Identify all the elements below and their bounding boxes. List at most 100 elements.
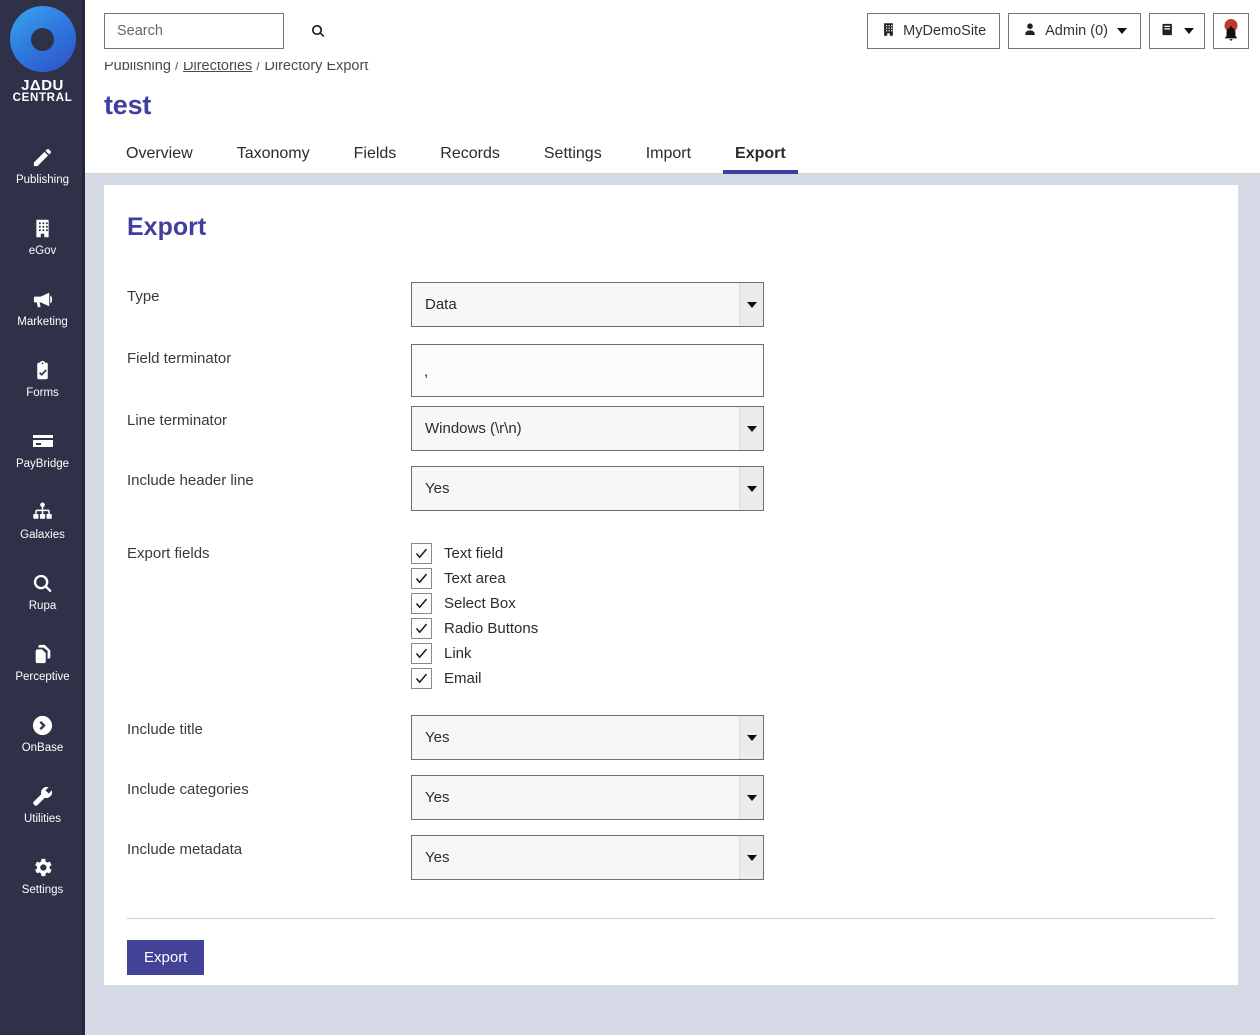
checkbox-label: Text field [444,545,504,562]
sidebar-item-label: OnBase [21,742,64,755]
sidebar-item-galaxies[interactable]: Galaxies [0,486,85,557]
checkbox-row[interactable]: Link [411,641,764,666]
building-icon [881,22,896,41]
label-field-terminator: Field terminator [127,350,232,367]
form-row-export-fields: Export fields Text field Text area Selec… [127,539,1215,691]
tab-fields[interactable]: Fields [332,146,419,173]
checkbox-select-box[interactable] [411,593,432,614]
form-row-field-terminator: Field terminator , [127,344,1215,397]
tab-export[interactable]: Export [713,146,808,174]
sidebar-item-onbase[interactable]: OnBase [0,699,85,770]
pencil-icon [31,145,55,169]
include-categories-select[interactable]: Yes [411,775,764,820]
check-icon [415,598,428,609]
line-terminator-select[interactable]: Windows (\r\n) [411,406,764,451]
chevron-circle-right-icon [31,713,55,737]
chevron-down-icon[interactable] [739,836,763,879]
chevron-down-icon[interactable] [739,467,763,510]
form-row-include-title: Include title Yes [127,715,1215,760]
notifications-button[interactable] [1213,13,1249,49]
chevron-down-icon[interactable] [739,283,763,326]
checkbox-label: Radio Buttons [444,620,539,637]
export-submit-button[interactable]: Export [127,940,205,975]
checkbox-text-area[interactable] [411,568,432,589]
building-icon [31,216,55,240]
sitemap-icon [31,500,55,524]
tab-bar: Overview Taxonomy Fields Records Setting… [85,121,1260,174]
book-icon [1160,22,1175,41]
checkbox-row[interactable]: Text area [411,566,764,591]
site-selector-label: MyDemoSite [903,23,987,39]
chevron-down-icon[interactable] [739,407,763,450]
checkbox-label: Text area [444,570,506,587]
user-menu-button[interactable]: Admin (0) [1008,13,1141,49]
sidebar-item-forms[interactable]: Forms [0,344,85,415]
sidebar-item-label: eGov [28,245,57,258]
checkbox-label: Email [444,670,482,687]
top-bar: MyDemoSite Admin (0) [85,0,1260,62]
include-title-select-value: Yes [425,729,450,746]
sidebar-item-paybridge[interactable]: PayBridge [0,415,85,486]
page-title: test [104,90,152,120]
jadu-ring-logo-icon [9,6,76,72]
card-heading: Export [127,213,207,241]
site-selector-button[interactable]: MyDemoSite [867,13,1001,49]
tab-settings[interactable]: Settings [522,146,624,173]
form-row-type: Type Data [127,282,1215,327]
form-row-include-header-line: Include header line Yes [127,466,1215,511]
chevron-down-icon[interactable] [739,716,763,759]
brand-name-line2: CENTRAL [12,92,73,104]
sidebar-item-settings[interactable]: Settings [0,841,85,912]
include-header-line-select[interactable]: Yes [411,466,764,511]
megaphone-icon [31,287,55,311]
include-categories-select-value: Yes [425,789,450,806]
checkbox-row[interactable]: Text field [411,541,764,566]
label-line-terminator: Line terminator [127,412,228,429]
search-box[interactable] [104,13,325,49]
brand-name-line1: JΔDU [21,77,64,94]
sidebar-item-utilities[interactable]: Utilities [0,770,85,841]
chevron-down-icon[interactable] [739,776,763,819]
search-input[interactable] [117,23,304,39]
tab-overview[interactable]: Overview [104,146,215,173]
main-sidebar: JΔDU CENTRAL Publishing eGov Marketing F… [0,0,85,1035]
label-include-metadata: Include metadata [127,841,243,858]
top-bar-actions: MyDemoSite Admin (0) [867,13,1249,49]
brand-logo[interactable]: JΔDU CENTRAL [9,6,76,105]
checkbox-link[interactable] [411,643,432,664]
type-select[interactable]: Data [411,282,764,327]
include-title-select[interactable]: Yes [411,715,764,760]
sidebar-item-egov[interactable]: eGov [0,202,85,273]
tab-import[interactable]: Import [624,146,713,173]
sidebar-item-label: Utilities [23,813,62,826]
export-card: Export Type Data Field terminator , Line… [104,185,1238,985]
sidebar-item-rupa[interactable]: Rupa [0,557,85,628]
label-include-categories: Include categories [127,781,249,798]
sidebar-item-label: PayBridge [15,458,70,471]
magnifier-icon [31,571,55,595]
copy-documents-icon [31,642,55,666]
tab-taxonomy[interactable]: Taxonomy [215,146,332,173]
sidebar-item-label: Perceptive [15,671,70,684]
tab-records[interactable]: Records [418,146,522,173]
sidebar-item-publishing[interactable]: Publishing [0,131,85,202]
sidebar-item-perceptive[interactable]: Perceptive [0,628,85,699]
include-metadata-select[interactable]: Yes [411,835,764,880]
chevron-down-icon [1117,28,1127,34]
help-menu-button[interactable] [1149,13,1205,49]
check-icon [415,673,428,684]
field-terminator-input[interactable]: , [411,344,764,397]
include-header-line-select-value: Yes [425,480,450,497]
checkbox-row[interactable]: Select Box [411,591,764,616]
search-icon[interactable] [310,23,326,39]
sidebar-item-label: Publishing [15,174,70,187]
chevron-down-icon [1184,28,1194,34]
sidebar-item-label: Forms [26,387,59,400]
checkbox-radio-buttons[interactable] [411,618,432,639]
checkbox-text-field[interactable] [411,543,432,564]
checkbox-row[interactable]: Email [411,666,764,691]
checkbox-email[interactable] [411,668,432,689]
checkbox-label: Link [444,645,472,662]
sidebar-item-marketing[interactable]: Marketing [0,273,85,344]
checkbox-row[interactable]: Radio Buttons [411,616,764,641]
